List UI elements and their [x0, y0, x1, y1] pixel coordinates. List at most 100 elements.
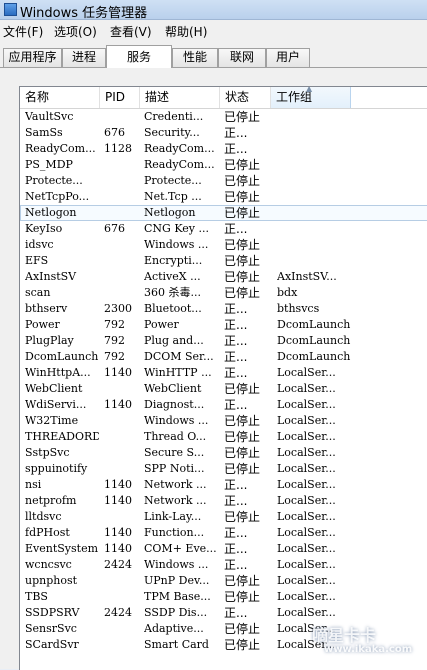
table-row[interactable]: EventSystem 1140 COM+ Eve... 正... LocalSer..… [20, 541, 427, 557]
table-row[interactable]: lltdsvc Link-Lay... 已停止 LocalSer... [20, 509, 427, 525]
services-list[interactable]: 名称 PID 描述 状态 工作组 ▲ VaultSvc Credenti... 已停… [19, 86, 427, 670]
column-header-description[interactable]: 描述 [140, 87, 220, 108]
service-name: upnphost [25, 574, 78, 587]
service-status: 已停止 [224, 238, 261, 252]
service-pid [104, 157, 142, 173]
service-group: LocalSer... [277, 398, 336, 411]
service-status: 已停止 [224, 574, 261, 588]
service-status: 正... [224, 222, 248, 236]
table-row[interactable]: netprofm 1140 Network ... 正... LocalSer... [20, 493, 427, 509]
service-name: idsvc [25, 238, 54, 251]
table-row[interactable]: EFS Encrypti... 已停止 [20, 253, 427, 269]
service-pid: 1140 [104, 398, 132, 411]
service-status: 已停止 [224, 286, 261, 300]
service-description: Windows ... [144, 414, 209, 427]
table-row[interactable]: PS_MDP ReadyCom... 已停止 [20, 157, 427, 173]
table-row[interactable]: SSDPSRV 2424 SSDP Dis... 正... LocalSer... [20, 605, 427, 621]
service-status: 正... [224, 478, 248, 492]
service-description: UPnP Dev... [144, 574, 210, 587]
service-group: LocalSer... [277, 446, 336, 459]
title-bar: Windows 任务管理器 [0, 0, 427, 21]
table-row[interactable]: SstpSvc Secure S... 已停止 LocalSer... [20, 445, 427, 461]
service-pid: 676 [104, 222, 125, 235]
menu-options[interactable]: 选项(O) [54, 23, 97, 40]
table-row[interactable]: scan 360 杀毒... 已停止 bdx [20, 285, 427, 301]
table-row[interactable]: idsvc Windows ... 已停止 [20, 237, 427, 253]
service-status: 已停止 [224, 622, 261, 636]
service-name: ReadyCom... [25, 142, 96, 155]
service-pid [104, 109, 142, 125]
tab-networking[interactable]: 联网 [218, 48, 266, 67]
column-header-pid[interactable]: PID [100, 87, 140, 108]
service-status: 已停止 [224, 174, 261, 188]
table-row[interactable]: NetTcpPo... Net.Tcp ... 已停止 [20, 189, 427, 205]
table-row[interactable]: Protecte... Protecte... 已停止 [20, 173, 427, 189]
tab-performance[interactable]: 性能 [172, 48, 218, 67]
service-pid: 676 [104, 126, 125, 139]
service-description: Secure S... [144, 446, 205, 459]
table-row[interactable]: PlugPlay 792 Plug and... 正... DcomLaunch [20, 333, 427, 349]
service-status: 已停止 [224, 446, 261, 460]
tab-processes[interactable]: 进程 [62, 48, 106, 67]
tab-services[interactable]: 服务 [106, 45, 172, 68]
service-pid [104, 173, 142, 189]
tab-applications[interactable]: 应用程序 [3, 48, 62, 67]
list-header: 名称 PID 描述 状态 工作组 ▲ [20, 87, 427, 109]
table-row[interactable]: fdPHost 1140 Function... 正... LocalSer... [20, 525, 427, 541]
service-status: 已停止 [224, 510, 261, 524]
menu-view[interactable]: 查看(V) [110, 23, 152, 40]
service-group [277, 125, 427, 141]
service-name: SSDPSRV [25, 606, 80, 619]
service-name: Power [25, 318, 60, 331]
services-panel: 名称 PID 描述 状态 工作组 ▲ VaultSvc Credenti... 已停… [0, 67, 427, 670]
service-name: SCardSvr [25, 638, 79, 651]
service-description: Adaptive... [144, 622, 204, 635]
service-pid [104, 381, 142, 397]
table-row[interactable]: Power 792 Power 正... DcomLaunch [20, 317, 427, 333]
service-name: nsi [25, 478, 42, 491]
table-row[interactable]: TBS TPM Base... 已停止 LocalSer... [20, 589, 427, 605]
table-row[interactable]: WebClient WebClient 已停止 LocalSer... [20, 381, 427, 397]
service-status: 正... [224, 126, 248, 140]
service-name: PlugPlay [25, 334, 74, 347]
column-header-name[interactable]: 名称 [20, 87, 100, 108]
service-status: 正... [224, 142, 248, 156]
service-pid [104, 205, 142, 221]
table-row[interactable]: AxInstSV ActiveX ... 已停止 AxInstSV... [20, 269, 427, 285]
service-description: Netlogon [144, 206, 196, 219]
service-pid: 1128 [104, 142, 132, 155]
service-description: ReadyCom... [144, 142, 215, 155]
column-header-status[interactable]: 状态 [220, 87, 271, 108]
service-group: DcomLaunch [277, 318, 351, 331]
table-row[interactable]: ReadyCom... 1128 ReadyCom... 正... [20, 141, 427, 157]
table-row[interactable]: wcncsvc 2424 Windows ... 正... LocalSer... [20, 557, 427, 573]
service-name: scan [25, 286, 51, 299]
service-status: 已停止 [224, 158, 261, 172]
service-name: fdPHost [25, 526, 70, 539]
table-row[interactable]: upnphost UPnP Dev... 已停止 LocalSer... [20, 573, 427, 589]
table-row[interactable]: SamSs 676 Security... 正... [20, 125, 427, 141]
table-row[interactable]: WinHttpA... 1140 WinHTTP ... 正... LocalSer..… [20, 365, 427, 381]
service-group: LocalSer... [277, 510, 336, 523]
tab-users[interactable]: 用户 [266, 48, 310, 67]
table-row[interactable]: KeyIso 676 CNG Key ... 正... [20, 221, 427, 237]
table-row[interactable]: W32Time Windows ... 已停止 LocalSer... [20, 413, 427, 429]
menu-help[interactable]: 帮助(H) [165, 23, 207, 40]
table-row[interactable]: Netlogon Netlogon 已停止 [20, 205, 427, 221]
table-row[interactable]: nsi 1140 Network ... 正... LocalSer... [20, 477, 427, 493]
table-row[interactable]: DcomLaunch 792 DCOM Ser... 正... DcomLaunch [20, 349, 427, 365]
service-pid: 792 [104, 318, 125, 331]
table-row[interactable]: sppuinotify SPP Noti... 已停止 LocalSer... [20, 461, 427, 477]
service-description: WebClient [144, 382, 202, 395]
table-row[interactable]: WdiServi... 1140 Diagnost... 正... LocalSer..… [20, 397, 427, 413]
service-status: 已停止 [224, 462, 261, 476]
watermark: 嘀星卡卡 www.ikaka.com [312, 622, 424, 662]
table-row[interactable]: VaultSvc Credenti... 已停止 [20, 109, 427, 125]
service-pid: 2424 [104, 558, 132, 571]
table-row[interactable]: bthserv 2300 Bluetoot... 正... bthsvcs [20, 301, 427, 317]
service-group: LocalSer... [277, 590, 336, 603]
service-status: 已停止 [224, 270, 261, 284]
menu-file[interactable]: 文件(F) [3, 23, 43, 40]
service-description: Bluetoot... [144, 302, 202, 315]
table-row[interactable]: THREADORDER Thread O... 已停止 LocalSer... [20, 429, 427, 445]
